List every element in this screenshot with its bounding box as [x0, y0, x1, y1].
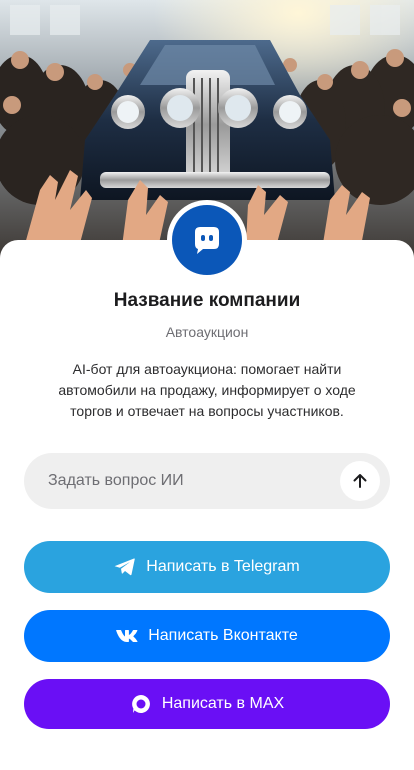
- company-category: Автоаукцион: [165, 324, 249, 340]
- chat-bot-icon: [195, 227, 219, 254]
- vk-icon: [116, 629, 138, 643]
- max-button[interactable]: Написать в MAX: [24, 679, 390, 729]
- telegram-button-label: Написать в Telegram: [146, 558, 300, 575]
- company-name: Название компании: [113, 290, 301, 311]
- send-button[interactable]: [340, 461, 380, 501]
- vk-button-label: Написать Вконтакте: [148, 627, 298, 644]
- ask-ai-input[interactable]: [24, 472, 340, 490]
- company-avatar: [167, 200, 247, 280]
- telegram-icon: [114, 557, 136, 577]
- arrow-up-icon: [353, 474, 367, 488]
- telegram-button[interactable]: Написать в Telegram: [24, 541, 390, 593]
- max-icon: [130, 693, 152, 715]
- company-description: AI-бот для автоаукциона: помогает найти …: [58, 361, 356, 419]
- max-button-label: Написать в MAX: [161, 695, 285, 712]
- avatar-background: [172, 205, 242, 275]
- vk-button[interactable]: Написать Вконтакте: [24, 610, 390, 662]
- ask-ai-field: [24, 453, 390, 509]
